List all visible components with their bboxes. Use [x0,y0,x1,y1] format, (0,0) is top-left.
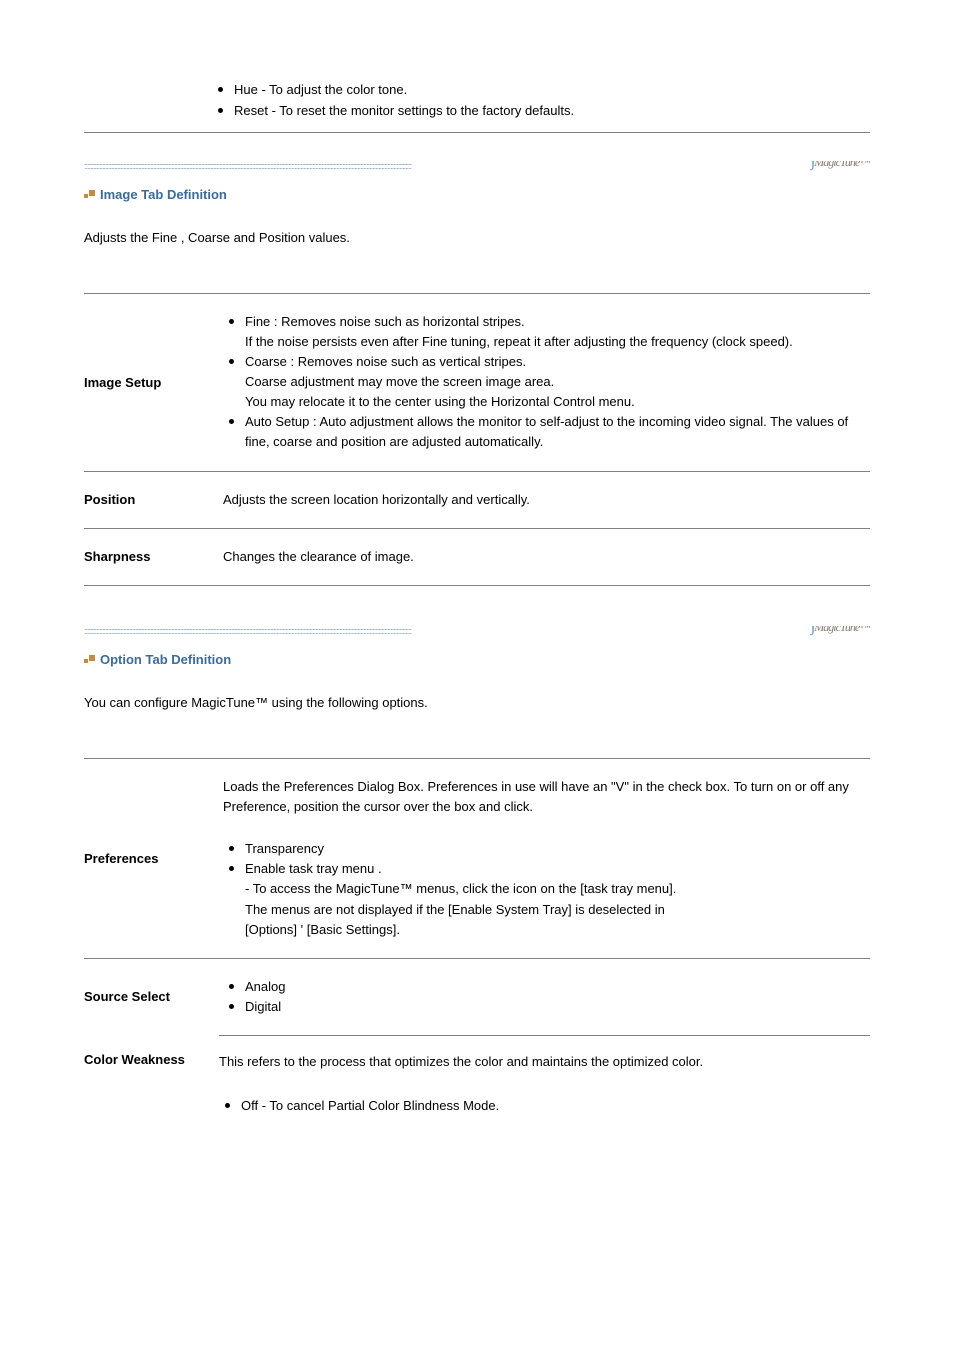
list-item: Hue - To adjust the color tone. [216,80,870,101]
intro-top-list: Hue - To adjust the color tone. Reset - … [216,80,870,122]
section-divider-dots: ::::::::::::::::::::::::::::::::::::::::… [84,161,870,173]
section-bullet-icon [84,190,94,200]
heading-text: Image Tab Definition [100,187,227,202]
row-body: Analog Digital [223,958,870,1035]
list-item: Digital [223,997,870,1017]
list-item: Fine : Removes noise such as horizontal … [223,312,870,352]
section-intro: Adjusts the Fine , Coarse and Position v… [84,230,870,245]
definition-table-image: Image Setup Fine : Removes noise such as… [84,293,870,586]
list-item: Reset - To reset the monitor settings to… [216,101,870,122]
list-item: Analog [223,977,870,997]
row-body: Adjusts the screen location horizontally… [223,471,870,528]
row-label: Image Setup [84,293,223,471]
section-heading-option-tab: Option Tab Definition [84,652,870,667]
list-item: Auto Setup : Auto adjustment allows the … [223,412,870,452]
magictune-logo: ∫MagicTune™ [811,626,870,632]
row-body: Loads the Preferences Dialog Box. Prefer… [223,758,870,958]
table-row: Preferences Loads the Preferences Dialog… [84,758,870,958]
row-body: Fine : Removes noise such as horizontal … [223,293,870,471]
row-body: Changes the clearance of image. [223,528,870,585]
section-heading-image-tab: Image Tab Definition [84,187,870,202]
list-item: Coarse : Removes noise such as vertical … [223,352,870,412]
row-label: Position [84,471,223,528]
row-label: Color Weakness [84,1052,219,1072]
divider [84,132,870,133]
definition-table-option: Preferences Loads the Preferences Dialog… [84,758,870,1035]
divider-partial [219,1035,870,1036]
table-row: Image Setup Fine : Removes noise such as… [84,293,870,471]
row-label: Preferences [84,758,223,958]
heading-text: Option Tab Definition [100,652,231,667]
section-intro: You can configure MagicTune™ using the f… [84,695,870,710]
table-row: Position Adjusts the screen location hor… [84,471,870,528]
table-row: Sharpness Changes the clearance of image… [84,528,870,585]
row-lead: Loads the Preferences Dialog Box. Prefer… [223,777,870,817]
list-item: Transparency [223,839,870,859]
table-row: Source Select Analog Digital [84,958,870,1035]
row-label: Sharpness [84,528,223,585]
row-label: Source Select [84,958,223,1035]
section-divider-dots: ::::::::::::::::::::::::::::::::::::::::… [84,626,870,638]
section-bullet-icon [84,655,94,665]
magictune-logo: ∫MagicTune™ [811,161,870,167]
row-lead: This refers to the process that optimize… [219,1052,870,1072]
list-item: Enable task tray menu . - To access the … [223,859,870,940]
list-item: Off - To cancel Partial Color Blindness … [219,1096,870,1116]
color-weakness-block: Color Weakness This refers to the proces… [84,1052,870,1116]
